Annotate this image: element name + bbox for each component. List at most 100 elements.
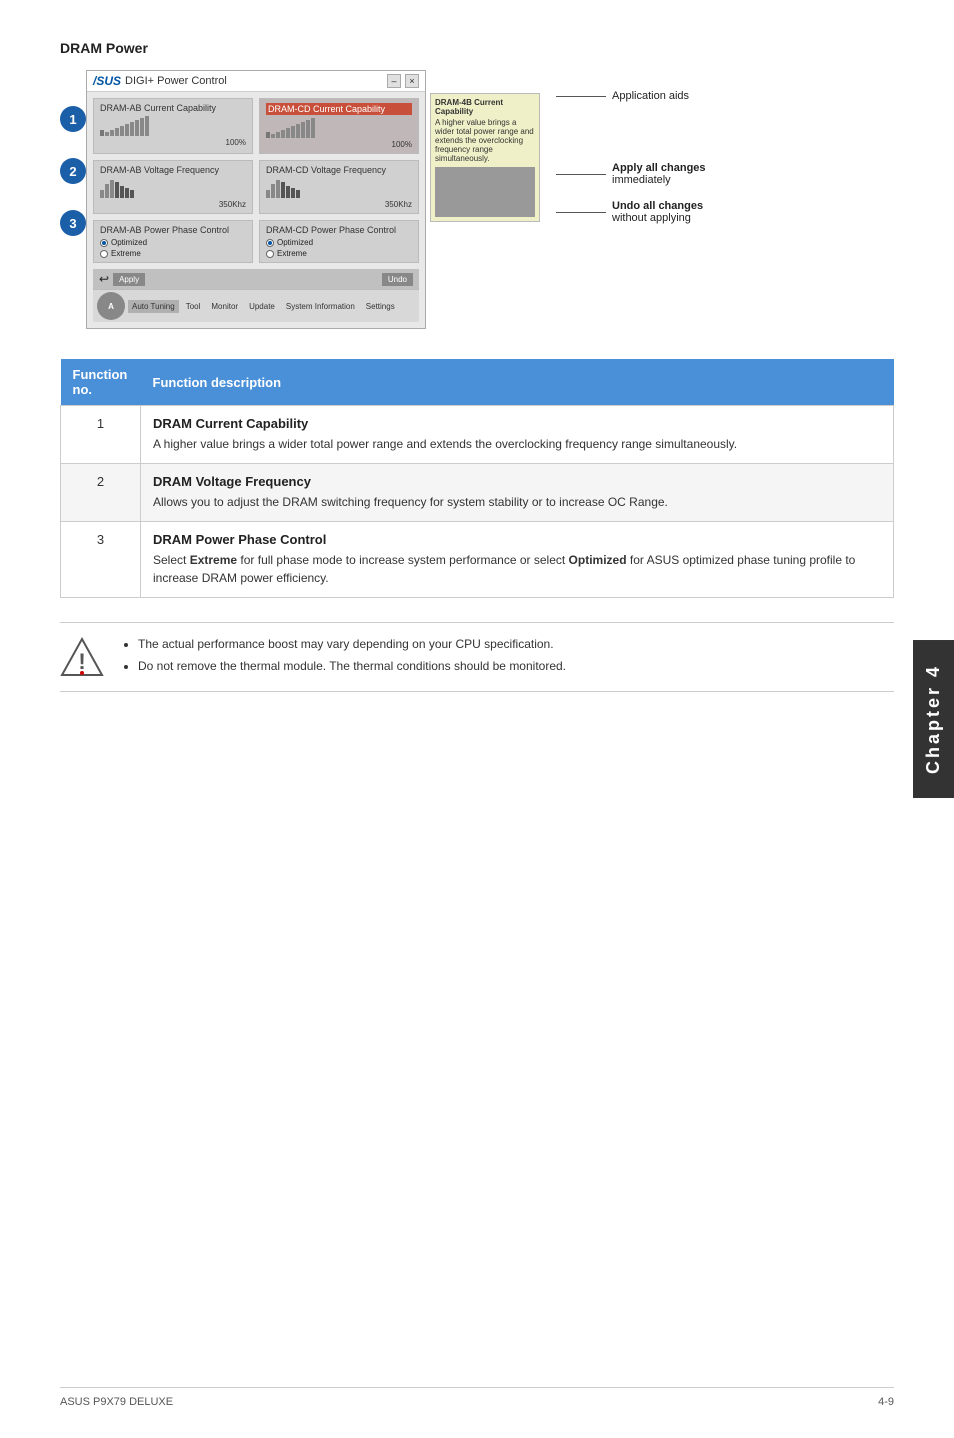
note-box: ! The actual performance boost may vary … xyxy=(60,622,894,692)
dram-cd-current-value: 100% xyxy=(266,140,412,149)
undo-icon: ↩ xyxy=(99,272,109,286)
cd-extreme-radio[interactable] xyxy=(266,250,274,258)
dram-cd-current-bar xyxy=(266,118,412,138)
dram-cd-current-title: DRAM-CD Current Capability xyxy=(266,103,412,115)
nav-monitor[interactable]: Monitor xyxy=(207,300,242,313)
callout-line-1 xyxy=(556,96,606,97)
asus-logo: /SUS xyxy=(93,74,121,88)
apply-button[interactable]: Apply xyxy=(113,273,145,286)
nav-update[interactable]: Update xyxy=(245,300,279,313)
func-title-3: DRAM Power Phase Control xyxy=(153,532,881,547)
tooltip-title: DRAM-4B Current Capability xyxy=(435,98,535,116)
cd-optimized-radio[interactable] xyxy=(266,239,274,247)
func-desc-2: DRAM Voltage Frequency Allows you to adj… xyxy=(141,464,894,522)
section-title: DRAM Power xyxy=(60,40,894,56)
asus-nav-logo: A xyxy=(97,292,125,320)
minimize-button[interactable]: – xyxy=(387,74,401,88)
dram-ab-voltage-bar xyxy=(100,178,246,198)
tooltip-text: A higher value brings a wider total powe… xyxy=(435,118,535,163)
func-num-1: 1 xyxy=(61,406,141,464)
dram-ab-current-bar xyxy=(100,116,246,136)
nav-settings[interactable]: Settings xyxy=(362,300,399,313)
func-num-2: 2 xyxy=(61,464,141,522)
footer-right: 4-9 xyxy=(878,1396,894,1408)
dram-ab-voltage-value: 350Khz xyxy=(100,200,246,209)
dram-ab-voltage-panel: DRAM-AB Voltage Frequency xyxy=(93,160,253,214)
dram-cd-voltage-title: DRAM-CD Voltage Frequency xyxy=(266,165,412,175)
dram-cd-voltage-value: 350Khz xyxy=(266,200,412,209)
table-row: 3 DRAM Power Phase Control Select Extrem… xyxy=(61,522,894,598)
chapter-tab: Chapter 4 xyxy=(913,640,954,798)
table-row: 2 DRAM Voltage Frequency Allows you to a… xyxy=(61,464,894,522)
callout-label-1: Application aids xyxy=(612,90,689,102)
dram-ab-phase-panel: DRAM-AB Power Phase Control Optimized Ex… xyxy=(93,220,253,263)
number-badges: 1 2 3 xyxy=(60,70,86,262)
table-header-num: Function no. xyxy=(61,359,141,406)
dram-ab-current-value: 100% xyxy=(100,138,246,147)
app-title-text: DIGI+ Power Control xyxy=(125,75,227,87)
cd-extreme-option: Extreme xyxy=(266,249,412,258)
app-nav: A Auto Tuning Tool Monitor Update System… xyxy=(93,289,419,322)
callout-apply: Apply all changesimmediately xyxy=(556,162,706,186)
dram-ab-current-panel: DRAM-AB Current Capability xyxy=(93,98,253,154)
badge-2: 2 xyxy=(60,158,86,184)
nav-system-info[interactable]: System Information xyxy=(282,300,359,313)
page-footer: ASUS P9X79 DELUXE 4-9 xyxy=(60,1387,894,1408)
callout-line-3 xyxy=(556,212,606,213)
current-capability-row: DRAM-AB Current Capability xyxy=(93,98,419,154)
note-list: The actual performance boost may vary de… xyxy=(120,635,566,679)
ab-extreme-radio[interactable] xyxy=(100,250,108,258)
app-titlebar: /SUS DIGI+ Power Control – × xyxy=(87,71,425,92)
callout-label-2: Apply all changesimmediately xyxy=(612,162,706,186)
ab-extreme-option: Extreme xyxy=(100,249,246,258)
callouts-container: Application aids Apply all changesimmedi… xyxy=(556,70,706,224)
cd-extreme-label: Extreme xyxy=(277,249,307,258)
badge-1: 1 xyxy=(60,106,86,132)
dram-cd-phase-panel: DRAM-CD Power Phase Control Optimized Ex… xyxy=(259,220,419,263)
ab-optimized-label: Optimized xyxy=(111,238,147,247)
func-num-3: 3 xyxy=(61,522,141,598)
footer-left: ASUS P9X79 DELUXE xyxy=(60,1396,173,1408)
dram-ab-voltage-title: DRAM-AB Voltage Frequency xyxy=(100,165,246,175)
cd-optimized-option: Optimized xyxy=(266,238,412,247)
note-item-1: The actual performance boost may vary de… xyxy=(138,635,566,653)
callout-label-3: Undo all changeswithout applying xyxy=(612,200,703,224)
table-header-desc: Function description xyxy=(141,359,894,406)
func-text-2: Allows you to adjust the DRAM switching … xyxy=(153,495,668,509)
cd-optimized-label: Optimized xyxy=(277,238,313,247)
func-text-1: A higher value brings a wider total powe… xyxy=(153,437,737,451)
dram-cd-voltage-panel: DRAM-CD Voltage Frequency xyxy=(259,160,419,214)
app-bottom-bar: ↩ Apply Undo xyxy=(93,269,419,289)
ab-optimized-radio[interactable] xyxy=(100,239,108,247)
badge-3: 3 xyxy=(60,210,86,236)
tooltip-overlay: DRAM-4B Current Capability A higher valu… xyxy=(430,93,540,222)
func-desc-1: DRAM Current Capability A higher value b… xyxy=(141,406,894,464)
svg-text:!: ! xyxy=(78,649,85,674)
note-item-2: Do not remove the thermal module. The th… xyxy=(138,657,566,675)
tooltip-image xyxy=(435,167,535,217)
function-table: Function no. Function description 1 DRAM… xyxy=(60,359,894,598)
callout-line-2 xyxy=(556,174,606,175)
app-screenshot: /SUS DIGI+ Power Control – × DRAM-AB Cur… xyxy=(86,70,426,329)
table-row: 1 DRAM Current Capability A higher value… xyxy=(61,406,894,464)
dram-cd-phase-title: DRAM-CD Power Phase Control xyxy=(266,225,412,235)
ab-extreme-label: Extreme xyxy=(111,249,141,258)
warning-icon: ! xyxy=(60,635,104,679)
voltage-frequency-row: DRAM-AB Voltage Frequency xyxy=(93,160,419,214)
nav-auto-tuning[interactable]: Auto Tuning xyxy=(128,300,179,313)
callout-application-aids: Application aids xyxy=(556,90,706,102)
func-title-2: DRAM Voltage Frequency xyxy=(153,474,881,489)
ab-optimized-option: Optimized xyxy=(100,238,246,247)
app-body: DRAM-AB Current Capability xyxy=(87,92,425,328)
callout-undo: Undo all changeswithout applying xyxy=(556,200,706,224)
func-title-1: DRAM Current Capability xyxy=(153,416,881,431)
dram-cd-voltage-bar xyxy=(266,178,412,198)
undo-button[interactable]: Undo xyxy=(382,273,413,286)
func-text-3: Select Extreme for full phase mode to in… xyxy=(153,553,855,585)
dram-cd-current-panel: DRAM-CD Current Capability xyxy=(259,98,419,154)
phase-control-row: DRAM-AB Power Phase Control Optimized Ex… xyxy=(93,220,419,263)
dram-ab-phase-title: DRAM-AB Power Phase Control xyxy=(100,225,246,235)
nav-tool[interactable]: Tool xyxy=(182,300,205,313)
dram-ab-current-title: DRAM-AB Current Capability xyxy=(100,103,246,113)
close-button[interactable]: × xyxy=(405,74,419,88)
